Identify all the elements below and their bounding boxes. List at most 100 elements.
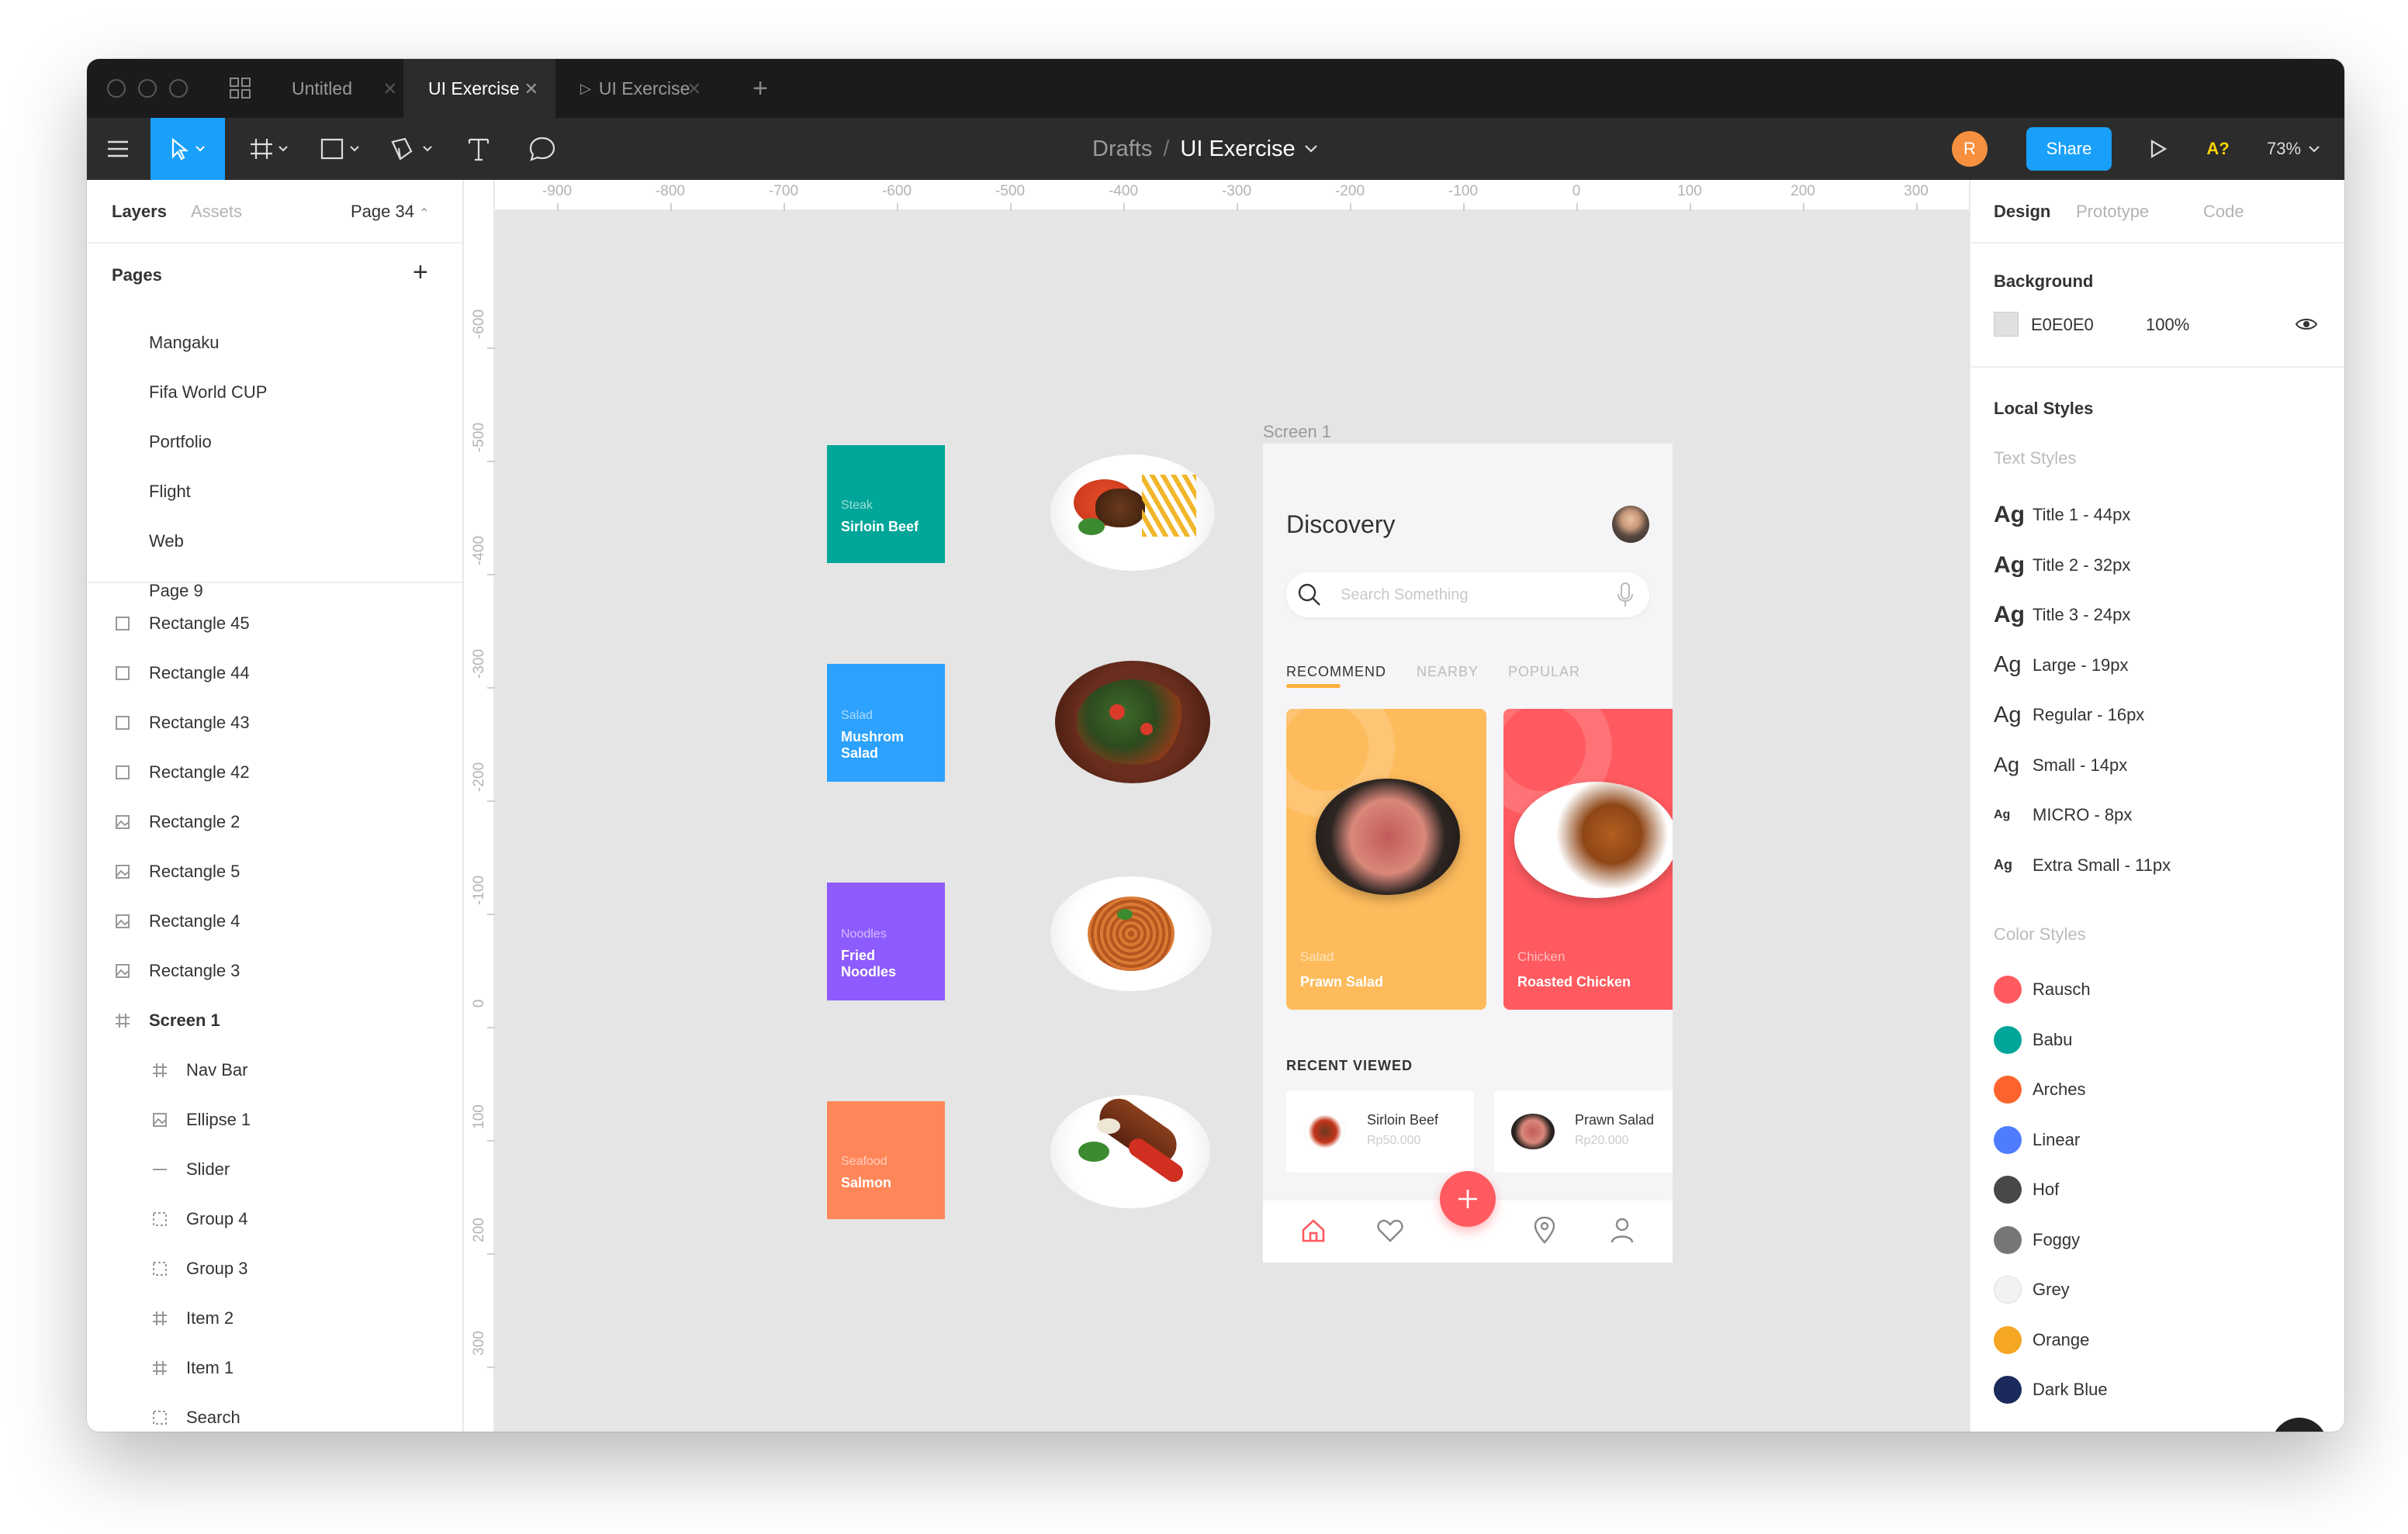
layer-item[interactable]: Rectangle 44 [87, 648, 462, 698]
background-hex-input[interactable]: E0E0E0 [2031, 315, 2094, 335]
text-style-item[interactable]: Ag Regular - 16px [1994, 700, 2144, 731]
layer-item[interactable]: Rectangle 3 [87, 946, 462, 996]
recent-item-prawn-salad[interactable]: Prawn Salad Rp20.000 [1494, 1090, 1673, 1173]
close-tab-icon[interactable]: ✕ [383, 79, 397, 99]
salad-plate-image[interactable] [1055, 661, 1210, 783]
add-page-button[interactable]: + [413, 257, 428, 288]
chevron-down-icon[interactable] [1303, 143, 1319, 154]
page-item[interactable]: Portfolio [87, 417, 462, 467]
color-style-item[interactable]: Arches [1994, 1074, 2085, 1105]
pen-tool-button[interactable] [382, 118, 444, 180]
frame-tool-button[interactable] [239, 118, 301, 180]
move-tool-button[interactable] [150, 118, 225, 180]
avatar[interactable] [1612, 506, 1649, 543]
color-style-item[interactable]: Babu [1994, 1024, 2072, 1055]
main-menu-button[interactable] [87, 118, 149, 180]
layer-item[interactable]: Rectangle 4 [87, 897, 462, 946]
category-card[interactable]: Steak Sirloin Beef [827, 445, 945, 563]
category-card[interactable]: Seafood Salmon [827, 1101, 945, 1219]
layer-item[interactable]: Rectangle 2 [87, 797, 462, 847]
layer-item[interactable]: Rectangle 5 [87, 847, 462, 897]
add-fab-button[interactable] [1440, 1171, 1496, 1227]
tab-ui-exercise[interactable]: UI Exercise ✕ [403, 59, 555, 118]
layer-item[interactable]: Ellipse 1 [87, 1095, 462, 1145]
layer-item[interactable]: Group 4 [87, 1194, 462, 1244]
tab-recommend[interactable]: RECOMMEND [1286, 664, 1386, 680]
present-button[interactable] [2135, 118, 2181, 180]
color-style-item[interactable]: Orange [1994, 1325, 2089, 1356]
search-input[interactable]: Search Something [1286, 572, 1649, 617]
comment-tool-button[interactable] [515, 118, 569, 180]
layer-item[interactable]: Group 3 [87, 1244, 462, 1294]
tab-untitled[interactable]: Untitled ✕ [267, 59, 414, 118]
location-pin-icon[interactable] [1533, 1216, 1556, 1244]
color-style-item[interactable]: Hof [1994, 1174, 2059, 1205]
tab-popular[interactable]: POPULAR [1508, 664, 1580, 680]
layer-item[interactable]: Item 1 [87, 1343, 462, 1393]
category-card[interactable]: Noodles Fried Noodles [827, 883, 945, 1000]
tab-nearby[interactable]: NEARBY [1417, 664, 1479, 680]
background-color-swatch[interactable] [1994, 312, 2019, 337]
tab-ui-exercise-prototype[interactable]: ▷ UI Exercise ✕ [555, 59, 718, 118]
page-item[interactable]: Fifa World CUP [87, 368, 462, 417]
category-card[interactable]: Salad Mushrom Salad [827, 664, 945, 782]
microphone-icon[interactable] [1617, 582, 1634, 608]
layer-item[interactable]: Rectangle 45 [87, 599, 462, 648]
page-item[interactable]: Mangaku [87, 318, 462, 368]
tab-prototype[interactable]: Prototype [2076, 202, 2149, 222]
color-style-item[interactable]: Linear [1994, 1125, 2080, 1156]
text-style-item[interactable]: Ag Title 1 - 44px [1994, 499, 2130, 530]
steak-plate-image[interactable] [1050, 454, 1215, 571]
close-tab-icon[interactable]: ✕ [687, 79, 701, 99]
profile-icon[interactable] [1611, 1218, 1634, 1244]
layer-item[interactable]: Nav Bar [87, 1045, 462, 1095]
close-tab-icon[interactable]: ✕ [524, 79, 538, 99]
recent-item-sirloin-beef[interactable]: Sirloin Beef Rp50.000 [1286, 1090, 1474, 1173]
page-item[interactable]: Flight [87, 467, 462, 517]
tab-design[interactable]: Design [1994, 202, 2050, 222]
layer-item[interactable]: Slider [87, 1145, 462, 1194]
close-window-button[interactable] [107, 79, 126, 98]
text-style-item[interactable]: Ag Large - 19px [1994, 650, 2129, 681]
text-tool-button[interactable] [452, 118, 506, 180]
eye-icon[interactable] [2295, 316, 2318, 332]
text-style-item[interactable]: Ag Title 2 - 32px [1994, 550, 2130, 581]
breadcrumb-drafts[interactable]: Drafts [1092, 136, 1152, 162]
layer-item[interactable]: Item 2 [87, 1294, 462, 1343]
file-name[interactable]: UI Exercise [1180, 136, 1295, 162]
color-style-item[interactable]: Dark Blue [1994, 1374, 2108, 1405]
tab-code[interactable]: Code [2203, 202, 2244, 222]
heart-icon[interactable] [1376, 1218, 1404, 1244]
color-style-item[interactable]: Rausch [1994, 974, 2091, 1005]
shape-tool-button[interactable] [310, 118, 372, 180]
salmon-plate-image[interactable] [1050, 1090, 1210, 1208]
color-style-item[interactable]: Grey [1994, 1274, 2070, 1305]
text-style-item[interactable]: Ag Title 3 - 24px [1994, 599, 2130, 631]
new-tab-button[interactable]: + [737, 59, 784, 118]
share-button[interactable]: Share [2026, 127, 2112, 171]
layer-item[interactable]: Rectangle 42 [87, 748, 462, 797]
help-button[interactable]: ? [2271, 1418, 2327, 1432]
page-selector[interactable]: Page 34 ⌃ [351, 202, 430, 222]
text-style-item[interactable]: Ag Small - 14px [1994, 750, 2127, 781]
noodles-plate-image[interactable] [1050, 876, 1212, 991]
minimize-window-button[interactable] [138, 79, 157, 98]
layer-item[interactable]: Screen 1 [87, 996, 462, 1045]
color-style-item[interactable]: Foggy [1994, 1225, 2080, 1256]
featured-card-roasted-chicken[interactable]: Chicken Roasted Chicken [1503, 709, 1673, 1010]
file-browser-button[interactable] [219, 59, 262, 118]
canvas[interactable]: -900 -800 -700 -600 -500 -400 -300 -200 -100 0 100… [464, 180, 1969, 1432]
screen-1-frame[interactable]: Discovery Search Something RECOMMEND NEA… [1263, 444, 1673, 1263]
layer-item[interactable]: Rectangle 43 [87, 698, 462, 748]
background-opacity-input[interactable]: 100% [2146, 315, 2189, 335]
tab-layers[interactable]: Layers [112, 202, 167, 222]
zoom-dropdown[interactable]: 73% [2251, 118, 2337, 180]
text-style-item[interactable]: Ag Extra Small - 11px [1994, 850, 2171, 881]
tab-assets[interactable]: Assets [191, 202, 242, 222]
text-style-item[interactable]: Ag MICRO - 8px [1994, 800, 2132, 831]
layer-item[interactable]: Search [87, 1393, 462, 1432]
frame-label[interactable]: Screen 1 [1263, 422, 1331, 442]
page-item[interactable]: Web [87, 517, 462, 566]
home-icon[interactable] [1300, 1218, 1327, 1244]
featured-card-prawn-salad[interactable]: Salad Prawn Salad [1286, 709, 1486, 1010]
